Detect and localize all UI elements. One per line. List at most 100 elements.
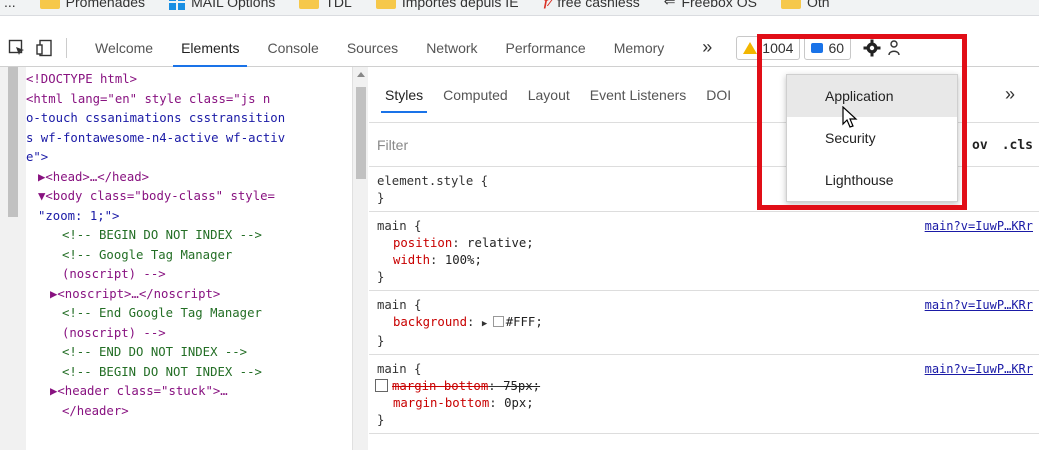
dom-node-line[interactable]: <!DOCTYPE html> <box>26 70 352 90</box>
colon: : <box>452 236 468 250</box>
property-value: 0px; <box>504 396 534 410</box>
filter-input[interactable]: Filter <box>377 137 408 153</box>
dom-node-text: s wf-fontawesome-n4-active wf-activ <box>26 130 286 145</box>
css-property[interactable]: position: relative; <box>377 235 1031 252</box>
tab-welcome[interactable]: Welcome <box>81 29 167 67</box>
scroll-up-icon[interactable] <box>357 72 365 77</box>
dom-node-line[interactable]: <html lang="en" style class="js n <box>26 90 352 110</box>
dom-node-text: ▶<head>…</head> <box>38 169 150 184</box>
bookmark-label: Oth <box>806 0 830 10</box>
dom-node-line[interactable]: ▶<noscript>…</noscript> <box>26 285 352 305</box>
property-name: margin-bottom <box>393 396 490 410</box>
styles-tab-computed[interactable]: Computed <box>433 67 518 123</box>
dom-node-line[interactable]: <!-- BEGIN DO NOT INDEX --> <box>26 226 352 246</box>
bookmark-item[interactable]: Importés depuis IE <box>375 0 519 10</box>
device-toolbar-icon[interactable] <box>34 37 56 59</box>
property-value: 75px; <box>503 379 541 393</box>
bookmark-item[interactable]: Promenades <box>39 0 146 10</box>
bookmark-item[interactable]: ⇐ Freebox OS <box>664 0 757 10</box>
colon: : <box>488 379 504 393</box>
color-swatch[interactable] <box>492 316 504 327</box>
tab-sources[interactable]: Sources <box>333 29 412 67</box>
toolbar-separator <box>66 37 67 58</box>
dom-node-text: <html lang="en" style class="js n <box>26 91 271 106</box>
filter-cls-button[interactable]: .cls <box>1002 138 1033 153</box>
rule-source-link[interactable]: main?v=IuwP…KRr <box>925 361 1033 378</box>
bookmark-item[interactable]: Oth <box>780 0 830 10</box>
dom-node-line[interactable]: s wf-fontawesome-n4-active wf-activ <box>26 129 352 149</box>
more-tabs-button[interactable]: » <box>692 37 722 58</box>
bookmark-item[interactable]: TDL <box>299 0 352 10</box>
property-name: width <box>393 253 431 267</box>
dom-node-line[interactable]: o-touch cssanimations csstransition <box>26 109 352 129</box>
dom-node-line[interactable]: ▶<header class="stuck">… <box>26 382 352 402</box>
expand-triangle-icon[interactable]: ▶ <box>482 319 493 329</box>
folder-icon <box>299 0 320 9</box>
dom-node-line[interactable]: (noscript) --> <box>26 324 352 344</box>
tab-network[interactable]: Network <box>412 29 491 67</box>
css-property[interactable]: background: ▶ #FFF; <box>377 314 1031 333</box>
tab-performance[interactable]: Performance <box>492 29 600 67</box>
dom-node-line[interactable]: ▼<body class="body-class" style= <box>26 187 352 207</box>
rule-source-link[interactable]: main?v=IuwP…KRr <box>925 297 1033 314</box>
dom-node-text: <!DOCTYPE html> <box>26 72 138 86</box>
left-scroll-thumb[interactable] <box>8 67 18 217</box>
filter-hov-button[interactable]: ov <box>972 138 988 153</box>
styles-tab-layout[interactable]: Layout <box>518 67 580 123</box>
styles-tab-event-listeners[interactable]: Event Listeners <box>580 67 697 123</box>
bookmark-label: ... <box>4 0 16 10</box>
dom-node-text: ▶<header class="stuck">… <box>50 384 228 398</box>
left-scrollbar[interactable] <box>0 67 26 450</box>
bookmark-item[interactable]: MAIL Options <box>169 0 275 10</box>
dom-node-text: <!-- Google Tag Manager <box>62 247 233 262</box>
dom-node-line[interactable]: e"> <box>26 148 352 168</box>
colon: : <box>489 396 505 410</box>
dom-node-line[interactable]: <!-- Google Tag Manager <box>26 246 352 266</box>
elements-scrollbar[interactable] <box>352 67 368 450</box>
styles-tab-doi[interactable]: DOI <box>696 67 741 123</box>
rule-source-link[interactable]: main?v=IuwP…KRr <box>925 218 1033 235</box>
elements-tree: <!DOCTYPE html> <html lang="en" style cla… <box>26 67 352 450</box>
folder-icon <box>375 0 396 9</box>
bookmark-label: MAIL Options <box>191 0 276 10</box>
dom-node-line[interactable]: (noscript) --> <box>26 265 352 285</box>
dom-node-text: (noscript) --> <box>62 325 166 340</box>
styles-tab-styles[interactable]: Styles <box>375 67 433 123</box>
tab-console[interactable]: Console <box>253 29 332 67</box>
bookmark-item[interactable]: ƒ⁄ free cashless <box>543 0 640 10</box>
inspect-element-icon[interactable] <box>6 37 28 59</box>
dom-node-line[interactable]: <!-- End Google Tag Manager <box>26 304 352 324</box>
dom-node-text: <!-- END DO NOT INDEX --> <box>62 345 248 359</box>
tab-memory[interactable]: Memory <box>600 29 679 67</box>
style-rule: main {main?v=IuwP…KRr margin-bottom: 75px… <box>369 355 1039 434</box>
dom-node-line[interactable]: </header> <box>26 402 352 422</box>
dom-node-text: <!-- End Google Tag Manager <box>62 306 262 320</box>
dom-node-line[interactable]: <!-- END DO NOT INDEX --> <box>26 343 352 363</box>
elements-scroll-thumb[interactable] <box>356 87 366 179</box>
dom-node-text: </header> <box>62 403 129 418</box>
bookmark-label: Importés depuis IE <box>401 0 519 10</box>
bookmark-label: TDL <box>325 0 352 10</box>
property-checkbox[interactable] <box>375 379 388 392</box>
dom-node-text: o-touch cssanimations csstransition <box>26 111 286 125</box>
property-name: position <box>393 236 453 250</box>
styles-more-tabs-button[interactable]: » <box>995 84 1025 105</box>
dom-node-text: "zoom: 1;"> <box>38 208 120 223</box>
css-property[interactable]: margin-bottom: 0px; <box>377 395 1031 412</box>
arrow-icon: ⇐ <box>663 0 676 9</box>
dom-node-line[interactable]: <!-- BEGIN DO NOT INDEX --> <box>26 363 352 383</box>
style-rule: main {main?v=IuwP…KRr position: relative;… <box>369 212 1039 291</box>
bookmark-label: Freebox OS <box>681 0 757 10</box>
folder-icon <box>39 0 60 9</box>
tab-elements[interactable]: Elements <box>167 29 253 67</box>
colon: : <box>467 315 482 329</box>
dom-node-line[interactable]: ▶<head>…</head> <box>26 168 352 188</box>
dom-node-text: <!-- BEGIN DO NOT INDEX --> <box>62 364 262 379</box>
bookmark-item[interactable]: ... <box>4 0 16 10</box>
css-property[interactable]: margin-bottom: 75px; <box>375 378 1031 395</box>
dom-node-line[interactable]: "zoom: 1;"> <box>26 207 352 227</box>
css-property[interactable]: width: 100%; <box>377 252 1031 269</box>
property-name: background <box>393 315 468 329</box>
pdf-icon: ƒ⁄ <box>542 0 552 9</box>
bookmark-label: Promenades <box>65 0 146 10</box>
